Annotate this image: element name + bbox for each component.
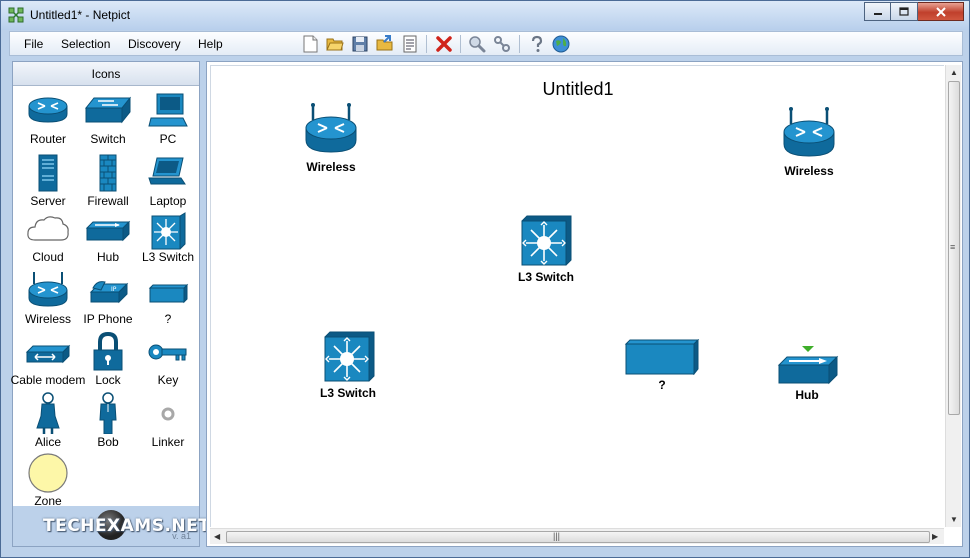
palette-label: Laptop — [149, 194, 187, 208]
node-wireless[interactable] — [304, 102, 358, 158]
new-icon[interactable] — [301, 35, 319, 53]
palette-label: L3 Switch — [141, 250, 195, 264]
menu-selection[interactable]: Selection — [61, 37, 110, 51]
palette-label: Key — [157, 373, 179, 387]
window-title: Untitled1* - Netpict — [30, 8, 131, 22]
maximize-icon — [899, 7, 909, 16]
horizontal-scroll-thumb[interactable]: ||| — [226, 531, 930, 543]
grip-icon: ||| — [553, 531, 561, 541]
panel-footer: TECHEXAMS.NET v. a1 — [13, 506, 210, 546]
scroll-right-icon[interactable]: ▶ — [932, 532, 938, 541]
vertical-scroll-thumb[interactable]: ≡ — [948, 81, 960, 415]
save-icon[interactable] — [351, 35, 369, 53]
delete-icon[interactable] — [435, 35, 453, 53]
node-label: ? — [658, 378, 666, 392]
l3-switch-icon — [324, 331, 375, 382]
node-wireless[interactable] — [782, 106, 836, 162]
toolbar-separator — [519, 35, 520, 53]
help-icon[interactable] — [528, 35, 546, 53]
l3-switch-icon — [151, 212, 186, 250]
window-controls — [864, 2, 964, 21]
router-icon — [28, 97, 68, 123]
unknown-device-icon — [148, 283, 189, 304]
palette-laptop[interactable]: Laptop — [135, 154, 201, 214]
node-l3-switch[interactable] — [323, 331, 375, 383]
diagram-title: Untitled1 — [542, 79, 614, 99]
node-l3-switch[interactable] — [520, 215, 572, 267]
svg-text:IP: IP — [111, 286, 117, 293]
notes-icon[interactable] — [401, 35, 419, 53]
menu-bar: File Selection Discovery Help — [9, 31, 963, 56]
lock-icon — [93, 332, 123, 371]
version-label: v. a1 — [172, 531, 191, 541]
laptop-icon — [148, 157, 186, 185]
node-label: Wireless — [784, 164, 834, 178]
node-label: Hub — [795, 388, 819, 402]
maximize-button[interactable] — [891, 2, 918, 21]
title-bar[interactable]: Untitled1* - Netpict — [1, 1, 969, 30]
grip-icon: ≡ — [950, 242, 956, 252]
pc-icon — [148, 93, 188, 127]
scroll-up-icon[interactable]: ▲ — [950, 68, 958, 77]
palette-key[interactable]: Key — [135, 332, 201, 392]
node-hub[interactable] — [777, 343, 839, 387]
l3-switch-icon — [521, 215, 572, 266]
wireless-icon — [28, 272, 68, 307]
palette-label: PC — [159, 132, 177, 146]
menu-file[interactable]: File — [24, 37, 43, 51]
minimize-button[interactable] — [864, 2, 891, 21]
linker-ring-icon — [161, 407, 175, 421]
cable-modem-icon — [25, 344, 71, 364]
cloud-icon — [27, 216, 69, 241]
node-label: Wireless — [306, 160, 356, 174]
diagram-area: Untitled1 Wireless Wireless L3 Switch L3… — [206, 61, 963, 547]
open-folder-icon[interactable] — [326, 35, 344, 53]
node-label: L3 Switch — [319, 386, 376, 400]
palette-unknown[interactable]: ? — [135, 270, 201, 330]
diagram-canvas[interactable]: Untitled1 Wireless Wireless L3 Switch L3… — [210, 65, 944, 527]
menu-discovery[interactable]: Discovery — [128, 37, 181, 51]
zoom-icon[interactable] — [468, 35, 486, 53]
ip-phone-icon: IP — [89, 281, 129, 304]
close-button[interactable] — [918, 2, 964, 21]
palette-pc[interactable]: PC — [135, 92, 201, 152]
switch-icon — [84, 96, 132, 124]
icons-panel-header: Icons — [13, 62, 199, 86]
wireless-icon — [305, 103, 357, 153]
scroll-left-icon[interactable]: ◀ — [214, 532, 220, 541]
node-unknown-device[interactable] — [624, 338, 700, 376]
palette-label: ? — [164, 312, 172, 326]
server-icon — [38, 154, 58, 192]
close-icon — [935, 6, 946, 17]
palette-label: Linker — [151, 435, 185, 449]
toolbar-separator — [460, 35, 461, 53]
hub-icon — [777, 346, 839, 385]
alice-person-icon — [36, 392, 60, 434]
vertical-scrollbar[interactable]: ▲ ≡ ▼ — [945, 65, 961, 527]
link-tool-icon[interactable] — [493, 35, 511, 53]
unknown-device-icon — [624, 338, 700, 376]
minimize-icon — [873, 12, 882, 15]
export-icon[interactable] — [376, 35, 394, 53]
palette-linker[interactable]: Linker — [135, 392, 201, 452]
key-icon — [148, 344, 187, 361]
icons-panel: Icons Router Switch PC Server Firewall L… — [11, 61, 210, 547]
netpict-app-icon — [8, 7, 24, 23]
app-window: Untitled1* - Netpict File Selection Disc… — [0, 0, 970, 558]
firewall-icon — [99, 154, 117, 192]
scroll-down-icon[interactable]: ▼ — [950, 515, 958, 524]
web-icon[interactable] — [552, 35, 570, 53]
hub-icon — [85, 220, 131, 242]
toolbar-separator — [426, 35, 427, 53]
bob-person-icon — [99, 392, 117, 434]
node-label: L3 Switch — [517, 270, 574, 284]
menu-help[interactable]: Help — [198, 37, 223, 51]
palette-l3switch[interactable]: L3 Switch — [135, 212, 201, 272]
zone-circle-icon — [28, 453, 68, 493]
palette-zone[interactable]: Zone — [15, 452, 81, 512]
wireless-icon — [783, 107, 835, 157]
horizontal-scrollbar[interactable]: ◀ ||| ▶ — [210, 528, 944, 544]
